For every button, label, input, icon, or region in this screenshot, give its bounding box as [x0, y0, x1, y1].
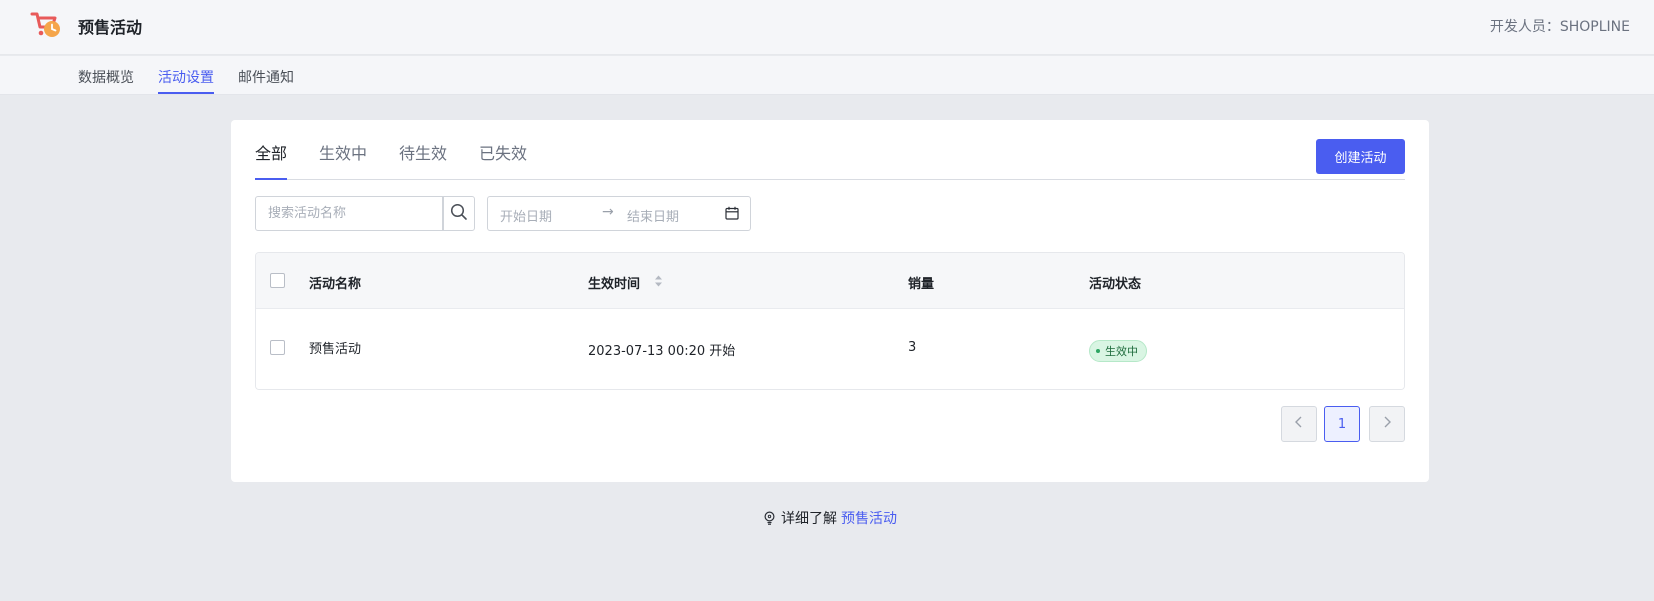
chevron-right-icon — [1382, 416, 1392, 432]
column-header-status: 活动状态 — [1089, 277, 1142, 292]
activity-sales: 3 — [908, 340, 917, 355]
sort-icon[interactable] — [654, 274, 663, 292]
sub-tab-expired[interactable]: 已失效 — [479, 140, 527, 164]
date-range-picker[interactable]: 开始日期 → 结束日期 — [487, 196, 751, 231]
page-number-button[interactable]: 1 — [1324, 406, 1360, 442]
row-checkbox[interactable] — [270, 340, 285, 355]
lightbulb-icon — [763, 511, 776, 525]
column-header-sales: 销量 — [908, 277, 935, 292]
status-dot-icon — [1096, 349, 1100, 353]
search-button[interactable] — [443, 196, 475, 231]
create-activity-button[interactable]: 创建活动 — [1316, 139, 1405, 174]
developer-label: 开发人员：SHOPLINE — [1489, 19, 1630, 35]
active-tab-indicator — [158, 92, 214, 94]
column-header-time[interactable]: 生效时间 — [588, 273, 640, 292]
calendar-icon — [725, 206, 739, 224]
status-badge: 生效中 — [1089, 340, 1147, 362]
tabs-divider — [255, 179, 1405, 180]
arrow-right-icon: → — [602, 204, 614, 220]
sub-tab-indicator — [255, 178, 287, 180]
app-title: 预售活动 — [78, 18, 143, 37]
status-label: 生效中 — [1105, 345, 1138, 358]
chevron-left-icon — [1294, 416, 1304, 432]
tab-data-overview[interactable]: 数据概览 — [78, 67, 134, 87]
sub-tab-pending[interactable]: 待生效 — [399, 140, 447, 164]
activity-table: 活动名称 生效时间 销量 活动状态 预售活动 2023-07-13 00:20 … — [255, 252, 1405, 390]
main-nav: 数据概览 活动设置 邮件通知 — [0, 56, 1654, 95]
sub-tab-all[interactable]: 全部 — [255, 140, 287, 164]
column-header-name: 活动名称 — [309, 277, 362, 292]
table-header: 活动名称 生效时间 销量 活动状态 — [256, 253, 1404, 309]
start-date-field[interactable]: 开始日期 — [500, 206, 552, 225]
tab-activity-settings[interactable]: 活动设置 — [158, 67, 214, 87]
activity-name[interactable]: 预售活动 — [309, 338, 361, 357]
learn-more-footer: 详细了解 预售活动 — [763, 508, 897, 528]
learn-more-text: 详细了解 — [781, 511, 837, 527]
search-icon — [450, 203, 468, 225]
learn-more-link[interactable]: 预售活动 — [841, 508, 897, 528]
next-page-button[interactable] — [1369, 406, 1405, 442]
search-input[interactable] — [256, 197, 442, 230]
activity-time: 2023-07-13 00:20 开始 — [588, 344, 736, 359]
end-date-field[interactable]: 结束日期 — [627, 206, 679, 225]
table-row[interactable]: 预售活动 2023-07-13 00:20 开始 3 生效中 — [256, 309, 1404, 389]
top-bar: 预售活动 开发人员：SHOPLINE — [0, 0, 1654, 55]
tab-email-notification[interactable]: 邮件通知 — [238, 67, 294, 87]
search-field[interactable] — [255, 196, 443, 231]
sub-tab-active[interactable]: 生效中 — [319, 140, 367, 164]
prev-page-button[interactable] — [1281, 406, 1317, 442]
activity-card: 全部 生效中 待生效 已失效 创建活动 开始日期 → 结束日期 — [231, 120, 1429, 482]
presale-logo-icon — [30, 11, 62, 41]
select-all-checkbox[interactable] — [270, 273, 285, 288]
